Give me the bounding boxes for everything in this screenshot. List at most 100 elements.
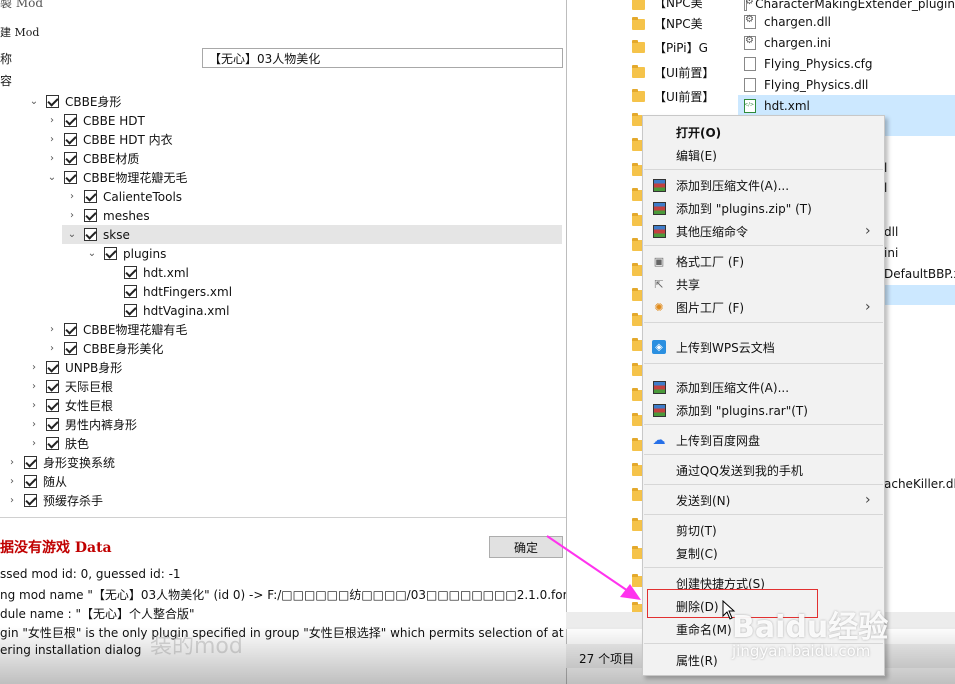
checkbox[interactable] (84, 228, 97, 241)
checkbox[interactable] (24, 456, 37, 469)
tree-node[interactable]: › CBBE物理花瓣有毛 (46, 320, 187, 339)
tree-node[interactable]: ⌄ CBBE物理花瓣无毛 (46, 168, 187, 187)
tree-node[interactable]: › CBBE材质 (46, 149, 139, 168)
menu-item-add-archive[interactable]: 添加到压缩文件(A)... (643, 174, 884, 196)
checkbox[interactable] (64, 114, 77, 127)
nav-folder[interactable]: 【UI前置】 (654, 64, 714, 81)
tree-node[interactable]: › UNPB身形 (28, 358, 122, 377)
menu-item-send-to[interactable]: 发送到(N) › (643, 489, 884, 511)
name-label: 称 (0, 52, 13, 66)
chevron-right-icon[interactable]: › (28, 358, 40, 377)
chevron-right-icon[interactable]: › (6, 453, 18, 472)
checkbox[interactable] (46, 95, 59, 108)
ok-button[interactable]: 确定 (489, 536, 563, 558)
tree-node[interactable]: hdt.xml (124, 263, 189, 282)
tree-node[interactable]: ⌄ plugins (86, 244, 167, 263)
chevron-right-icon[interactable]: › (28, 396, 40, 415)
tree-node[interactable]: › 男性内裤身形 (28, 415, 137, 434)
checkbox[interactable] (24, 475, 37, 488)
chevron-right-icon[interactable]: › (28, 434, 40, 453)
tree-node[interactable]: › 女性巨根 (28, 396, 113, 415)
checkbox[interactable] (124, 266, 137, 279)
tree-node[interactable]: hdtVagina.xml (124, 301, 229, 320)
checkbox[interactable] (104, 247, 117, 260)
nav-folder[interactable]: 【UI前置】 (654, 88, 714, 105)
tree-node[interactable]: › CBBE HDT 内衣 (46, 130, 173, 149)
menu-item-add-rar[interactable]: 添加到 "plugins.rar"(T) (643, 399, 884, 421)
file-row[interactable]: chargen.ini (738, 32, 955, 53)
menu-item-format-factory[interactable]: ▣ 格式工厂 (F) (643, 250, 884, 272)
file-name-fragment[interactable]: dll (884, 225, 898, 239)
checkbox[interactable] (24, 494, 37, 507)
log-line: dule name : "【无心】个人整合版" (0, 607, 195, 621)
nav-folder[interactable]: 【NPC美 (654, 15, 703, 32)
tree-node[interactable]: › CalienteTools (66, 187, 182, 206)
menu-item-cut[interactable]: 剪切(T) (643, 519, 884, 541)
checkbox[interactable] (64, 133, 77, 146)
chevron-down-icon[interactable]: ⌄ (86, 244, 98, 263)
chevron-right-icon[interactable]: › (46, 339, 58, 358)
checkbox[interactable] (46, 361, 59, 374)
menu-item-add-rar-archive[interactable]: 添加到压缩文件(A)... (643, 376, 884, 398)
chevron-right-icon[interactable]: › (28, 415, 40, 434)
menu-item-qq-send[interactable]: 通过QQ发送到我的手机 (643, 459, 884, 481)
nav-folder[interactable]: 【NPC美 (654, 0, 703, 11)
chevron-right-icon[interactable]: › (46, 111, 58, 130)
file-name-fragment[interactable]: ini (884, 246, 898, 260)
tree-node[interactable]: › 肤色 (28, 434, 89, 453)
checkbox[interactable] (64, 171, 77, 184)
file-row[interactable]: Flying_Physics.dll (738, 74, 955, 95)
tree-node[interactable]: › CBBE身形美化 (46, 339, 163, 358)
tree-node[interactable]: › 预缓存杀手 (6, 491, 103, 510)
chevron-right-icon[interactable]: › (28, 377, 40, 396)
tree-node[interactable]: hdtFingers.xml (124, 282, 232, 301)
checkbox[interactable] (124, 304, 137, 317)
checkbox[interactable] (84, 190, 97, 203)
chevron-right-icon[interactable]: › (66, 206, 78, 225)
menu-item-baidu-netdisk[interactable]: ☁ 上传到百度网盘 (643, 429, 884, 451)
checkbox[interactable] (46, 437, 59, 450)
chevron-down-icon[interactable]: ⌄ (66, 225, 78, 244)
menu-item-copy[interactable]: 复制(C) (643, 542, 884, 564)
menu-item-open[interactable]: 打开(O) (643, 121, 884, 143)
menu-item-share[interactable]: ⇱ 共享 (643, 273, 884, 295)
file-row[interactable]: Flying_Physics.cfg (738, 53, 955, 74)
file-name-fragment[interactable]: acheKiller.dll (884, 477, 955, 491)
tree-node[interactable]: ⌄ CBBE身形 (28, 92, 121, 111)
file-row-selected[interactable]: hdt.xml (738, 95, 955, 116)
chevron-down-icon[interactable]: ⌄ (28, 92, 40, 111)
nav-folder[interactable]: 【PiPi】G (654, 39, 708, 56)
tree-node[interactable]: › 天际巨根 (28, 377, 113, 396)
chevron-right-icon[interactable]: › (6, 472, 18, 491)
menu-item-other-compress[interactable]: 其他压缩命令 › (643, 220, 884, 242)
checkbox[interactable] (64, 342, 77, 355)
chevron-down-icon[interactable]: ⌄ (46, 168, 58, 187)
chevron-right-icon[interactable]: › (46, 149, 58, 168)
tree-node[interactable]: › meshes (66, 206, 150, 225)
tree-node[interactable]: › 随从 (6, 472, 67, 491)
tree-node-selected[interactable]: ⌄ skse (62, 225, 562, 244)
checkbox[interactable] (124, 285, 137, 298)
chevron-right-icon: › (865, 223, 871, 239)
chevron-right-icon[interactable]: › (46, 320, 58, 339)
menu-item-edit[interactable]: 编辑(E) (643, 144, 884, 166)
menu-item-wps-cloud[interactable]: ◈ 上传到WPS云文档 (643, 336, 884, 358)
file-name-fragment[interactable]: DefaultBBP.x (884, 267, 955, 281)
chevron-right-icon[interactable]: › (6, 491, 18, 510)
tree-node[interactable]: › CBBE HDT (46, 111, 145, 130)
menu-item-add-zip[interactable]: 添加到 "plugins.zip" (T) (643, 197, 884, 219)
checkbox[interactable] (64, 323, 77, 336)
checkbox[interactable] (46, 380, 59, 393)
tree-node[interactable]: › 身形变换系统 (6, 453, 115, 472)
checkbox[interactable] (46, 399, 59, 412)
file-row[interactable]: chargen.dll (738, 11, 955, 32)
gear-icon (744, 35, 756, 50)
checkbox[interactable] (46, 418, 59, 431)
checkbox[interactable] (64, 152, 77, 165)
menu-item-picture-factory[interactable]: ✺ 图片工厂 (F) › (643, 296, 884, 318)
menu-separator (644, 514, 883, 515)
mod-name-input[interactable] (202, 48, 563, 68)
checkbox[interactable] (84, 209, 97, 222)
chevron-right-icon[interactable]: › (46, 130, 58, 149)
chevron-right-icon[interactable]: › (66, 187, 78, 206)
